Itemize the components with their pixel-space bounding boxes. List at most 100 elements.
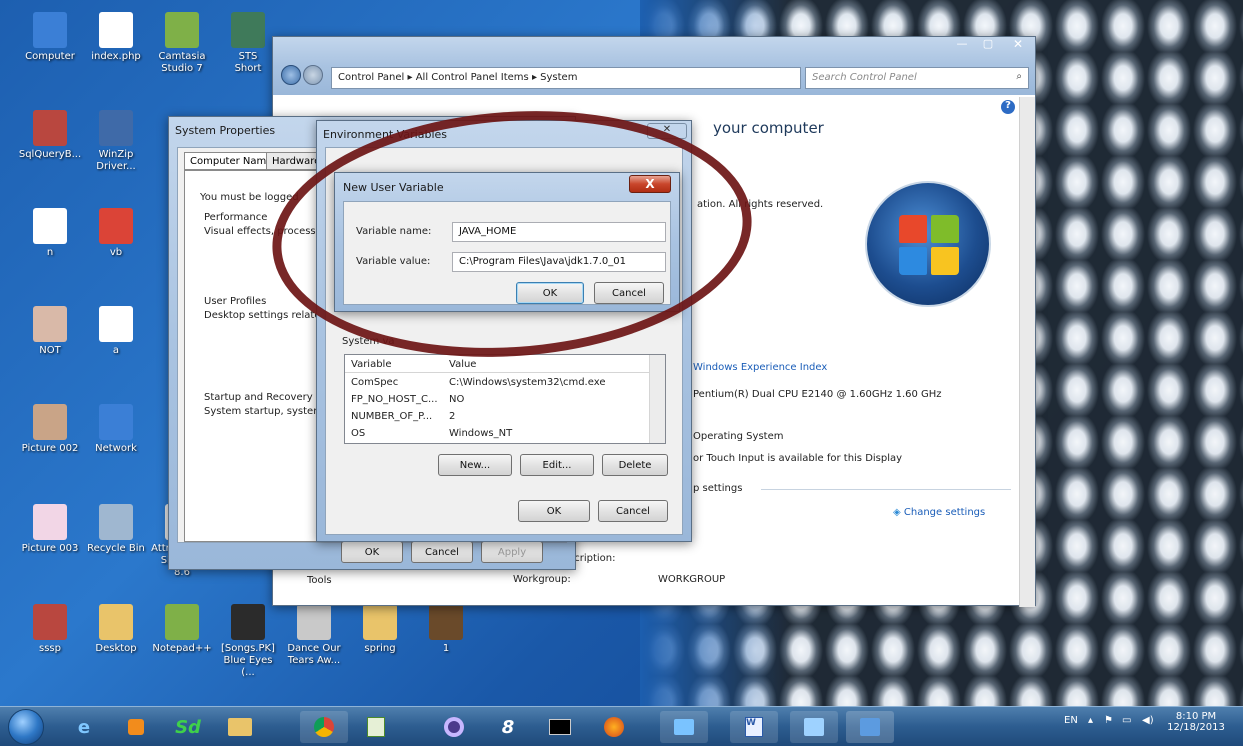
flag-icon[interactable]: ⚑ <box>1104 715 1113 726</box>
desktop-icon-image <box>33 404 67 440</box>
desktop-icon[interactable]: [Songs.PK] Blue Eyes (... <box>216 604 280 679</box>
change-settings-link[interactable]: ◈ Change settings <box>893 507 985 518</box>
breadcrumb-control-panel[interactable]: Control Panel <box>338 72 404 83</box>
env-vars-ok-button[interactable]: OK <box>518 500 590 522</box>
taskbar-ie-icon[interactable]: e <box>60 711 108 743</box>
env-vars-close-button[interactable]: ✕ <box>647 123 687 139</box>
desktop-icon[interactable]: Picture 002 <box>18 404 82 455</box>
desktop-icon-label: index.php <box>91 51 141 62</box>
language-indicator[interactable]: EN <box>1064 715 1078 726</box>
desktop-icon-label: Dance Our Tears Aw... <box>287 643 341 666</box>
dialog-cancel-button[interactable]: Cancel <box>594 282 664 304</box>
desktop-icon[interactable]: Picture 003 <box>18 504 82 555</box>
taskbar-cmd-icon[interactable] <box>536 711 584 743</box>
desktop-icon[interactable]: Camtasia Studio 7 <box>150 12 214 75</box>
desktop-icon-image <box>363 604 397 640</box>
taskbar-firefox-icon[interactable] <box>590 711 638 743</box>
desktop-icon-label: NOT <box>39 345 61 356</box>
desktop-icon-label: vb <box>109 247 123 258</box>
desktop-icon-label: STS Short <box>234 51 262 74</box>
back-button[interactable] <box>281 65 301 85</box>
desktop-icon-label: [Songs.PK] Blue Eyes (... <box>221 643 275 678</box>
dialog-close-button[interactable]: X <box>629 175 671 193</box>
sysprop-ok-button[interactable]: OK <box>341 541 403 563</box>
column-variable[interactable]: Variable <box>351 359 392 370</box>
window-close-button[interactable]: ✕ <box>1001 37 1035 55</box>
breadcrumb-system[interactable]: System <box>540 72 577 83</box>
desktop-icon[interactable]: Desktop <box>84 604 148 655</box>
desktop-icon[interactable]: Network <box>84 404 148 455</box>
row-variable: ComSpec <box>351 377 399 388</box>
variable-value-field[interactable]: C:\Program Files\Java\jdk1.7.0_01 <box>452 252 666 272</box>
desktop-icon[interactable]: WinZip Driver... <box>84 110 148 173</box>
sysprop-cancel-button[interactable]: Cancel <box>411 541 473 563</box>
desktop-icon[interactable]: index.php <box>84 12 148 63</box>
desktop-icon[interactable]: sssp <box>18 604 82 655</box>
forward-button[interactable] <box>303 65 323 85</box>
taskbar-notepad-icon[interactable] <box>352 711 400 743</box>
desktop-icon[interactable]: SqlQueryB... <box>18 110 82 161</box>
taskbar-media-icon[interactable] <box>112 711 160 743</box>
dialog-body: Variable name: JAVA_HOME Variable value:… <box>343 201 671 305</box>
variable-name-field[interactable]: JAVA_HOME <box>452 222 666 242</box>
row-value: 2 <box>449 411 456 422</box>
desktop-icon[interactable]: Dance Our Tears Aw... <box>282 604 346 667</box>
edit-system-var-button[interactable]: Edit... <box>520 454 594 476</box>
delete-system-var-button[interactable]: Delete <box>602 454 668 476</box>
breadcrumb-all-items[interactable]: All Control Panel Items <box>416 72 529 83</box>
tab-computer-name[interactable]: Computer Name <box>184 152 279 170</box>
taskbar-control-panel-icon[interactable] <box>790 711 838 743</box>
table-row[interactable]: NUMBER_OF_P... 2 <box>345 409 651 425</box>
address-bar[interactable]: Control Panel ▸ All Control Panel Items … <box>331 67 801 89</box>
desktop-icon[interactable]: a <box>84 306 148 357</box>
dialog-ok-button[interactable]: OK <box>516 282 584 304</box>
column-value[interactable]: Value <box>449 359 476 370</box>
performance-label: Performance <box>204 212 268 223</box>
desktop-icon-image <box>231 12 265 48</box>
desktop-icon[interactable]: spring <box>348 604 412 655</box>
desktop-icon-label: WinZip Driver... <box>96 149 136 172</box>
desktop-icon[interactable]: Notepad++ <box>150 604 214 655</box>
windows-logo <box>865 181 991 307</box>
desktop-icon[interactable]: vb <box>84 208 148 259</box>
desktop-icon-image <box>33 306 67 342</box>
volume-icon[interactable]: ◀) <box>1142 715 1154 726</box>
search-input[interactable]: Search Control Panel ⌕ <box>805 67 1029 89</box>
system-variables-label: System va <box>342 336 395 347</box>
desktop-icon[interactable]: Recycle Bin <box>84 504 148 555</box>
desktop-icon[interactable]: n <box>18 208 82 259</box>
taskbar-wifi-icon[interactable] <box>660 711 708 743</box>
show-hidden-icons[interactable]: ▴ <box>1088 715 1093 726</box>
desktop-icon[interactable]: Computer <box>18 12 82 63</box>
desktop-icon-image <box>99 208 133 244</box>
taskbar-explorer-icon[interactable] <box>216 711 264 743</box>
sysprop-apply-button[interactable]: Apply <box>481 541 543 563</box>
list-scrollbar[interactable] <box>649 355 665 443</box>
clock[interactable]: 8:10 PM 12/18/2013 <box>1166 711 1226 733</box>
workgroup-value: WORKGROUP <box>658 574 726 585</box>
desktop-icon[interactable]: NOT <box>18 306 82 357</box>
taskbar-system-icon[interactable] <box>846 711 894 743</box>
table-row[interactable]: ComSpec C:\Windows\system32\cmd.exe <box>345 375 651 391</box>
table-row[interactable]: OS Windows_NT <box>345 426 651 442</box>
maximize-button[interactable]: ▢ <box>975 37 1001 55</box>
experience-index-link[interactable]: Windows Experience Index <box>693 362 827 373</box>
env-vars-cancel-button[interactable]: Cancel <box>598 500 668 522</box>
taskbar-eclipse-icon[interactable] <box>430 711 478 743</box>
new-system-var-button[interactable]: New... <box>438 454 512 476</box>
taskbar-onenote-icon[interactable]: 8 <box>484 711 532 743</box>
profiles-label: User Profiles <box>204 296 267 307</box>
desktop-icon-image <box>165 604 199 640</box>
desktop-icon[interactable]: STS Short <box>216 12 280 75</box>
minimize-button[interactable]: — <box>949 37 975 55</box>
help-icon[interactable]: ? <box>1001 100 1015 114</box>
taskbar-chrome-icon[interactable] <box>300 711 348 743</box>
start-button[interactable] <box>8 709 44 745</box>
desktop-icon[interactable]: 1 <box>414 604 478 655</box>
network-icon[interactable]: ▭ <box>1122 715 1131 726</box>
table-row[interactable]: FP_NO_HOST_C... NO <box>345 392 651 408</box>
taskbar-sd-icon[interactable]: Sd <box>164 711 212 743</box>
taskbar-word-icon[interactable]: W <box>730 711 778 743</box>
system-variables-list[interactable]: Variable Value ComSpec C:\Windows\system3… <box>344 354 666 444</box>
scrollbar[interactable] <box>1019 97 1035 607</box>
